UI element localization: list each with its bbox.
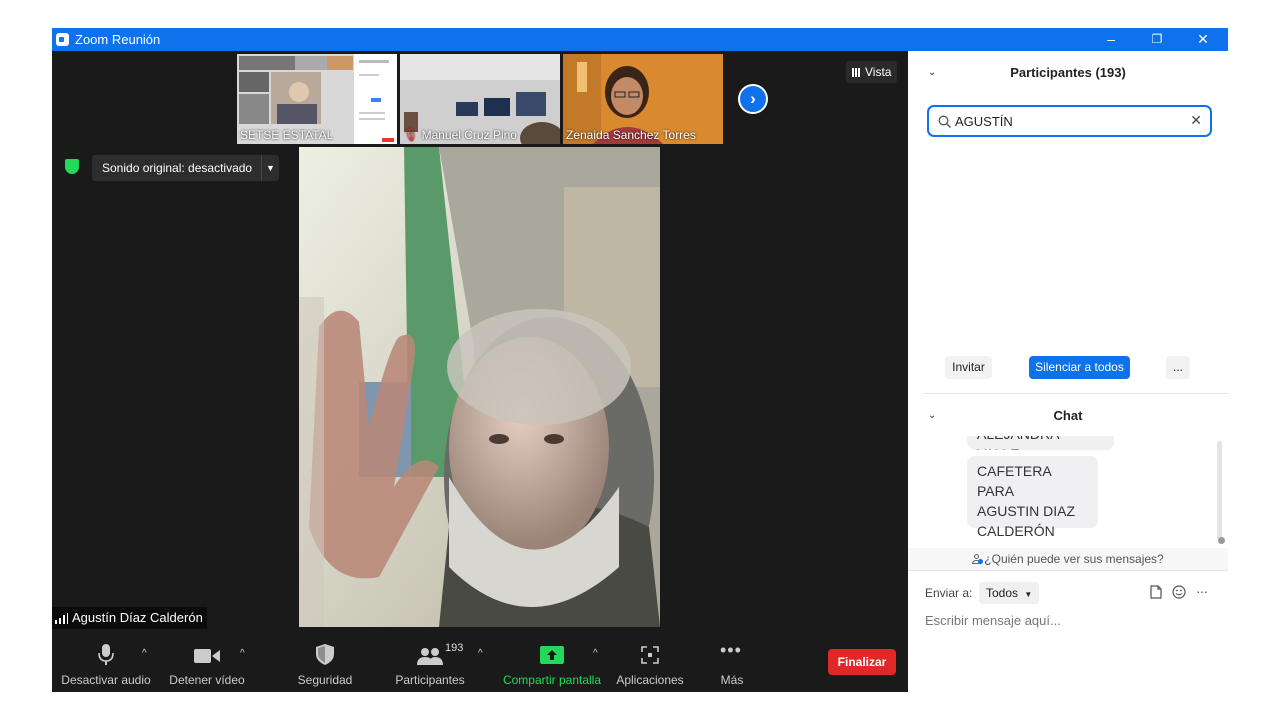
audio-options-chevron-icon[interactable]: ^ xyxy=(142,648,147,659)
participant-search-input[interactable]: AGUSTÍN ✕ xyxy=(927,105,1212,137)
chat-messages: ALEJANDRA VALLE CAFETERA PARA AGUSTIN DI… xyxy=(908,436,1217,546)
send-to-label: Enviar a: xyxy=(925,586,973,600)
ellipsis-icon[interactable]: ··· xyxy=(1196,583,1208,599)
share-screen-label: Compartir pantalla xyxy=(502,673,602,687)
end-meeting-button[interactable]: Finalizar xyxy=(828,649,896,675)
video-area: SETSE ESTATAL 🎙 Manuel Cruz Pino Zenaida… xyxy=(52,51,908,692)
emoji-icon[interactable] xyxy=(1172,585,1186,599)
share-arrow-icon xyxy=(540,646,564,664)
active-speaker-label: Agustín Díaz Calderón xyxy=(72,610,203,625)
thumbnail-name-text: Manuel Cruz Pino xyxy=(421,128,517,142)
grid-icon xyxy=(852,68,861,77)
speaker-video-frame xyxy=(299,147,660,627)
mute-audio-label: Desactivar audio xyxy=(61,673,151,687)
invite-button[interactable]: Invitar xyxy=(945,356,992,379)
panel-divider xyxy=(924,393,1228,394)
muted-mic-icon: 🎙 xyxy=(403,128,419,142)
who-can-see-text: ¿Quién puede ver sus mensajes? xyxy=(984,552,1164,566)
window-title: Zoom Reunión xyxy=(75,32,161,47)
participants-title: Participantes (193) xyxy=(1010,65,1126,80)
clear-icon[interactable]: ✕ xyxy=(1190,112,1202,129)
restore-button[interactable]: ❐ xyxy=(1134,28,1180,51)
original-sound-button[interactable]: Sonido original: desactivado ▼ xyxy=(92,155,279,181)
stop-video-label: Detener vídeo xyxy=(169,673,245,687)
mute-all-button[interactable]: Silenciar a todos xyxy=(1029,356,1130,379)
chat-scrollbar[interactable] xyxy=(1217,441,1222,541)
more-dots-icon: ••• xyxy=(720,640,742,660)
zoom-logo-icon xyxy=(56,33,69,46)
participants-count: 193 xyxy=(445,642,464,654)
chat-message-line: CALDERÓN xyxy=(977,523,1055,539)
chat-divider xyxy=(908,570,1228,571)
thumbnail-zenaida-sanchez-torres[interactable]: Zenaida Sanchez Torres xyxy=(563,54,723,144)
thumbnail-setse-estatal[interactable]: SETSE ESTATAL xyxy=(237,54,397,144)
chat-message: CAFETERA PARA AGUSTIN DIAZ CALDERÓN xyxy=(967,456,1098,539)
person-icon xyxy=(972,554,984,564)
send-to-value: Todos xyxy=(986,586,1019,600)
title-bar: Zoom Reunión – ❐ ✕ xyxy=(52,28,1228,51)
collapse-chevron-icon[interactable]: ⌄ xyxy=(928,51,936,95)
chat-message-partial: ALEJANDRA VALLE xyxy=(967,436,1114,450)
thumbnail-name: Zenaida Sanchez Torres xyxy=(566,128,696,142)
collapse-chevron-icon[interactable]: ⌄ xyxy=(928,396,936,436)
view-button[interactable]: Vista xyxy=(846,61,898,83)
zoom-window: Zoom Reunión – ❐ ✕ SETSE ESTATAL 🎙 Manue… xyxy=(52,28,1228,692)
view-button-label: Vista xyxy=(865,65,892,79)
security-label: Seguridad xyxy=(297,673,353,687)
apps-icon xyxy=(641,646,659,664)
chevron-down-icon[interactable]: ▼ xyxy=(261,155,279,181)
side-panel: ⌄ Participantes (193) AGUSTÍN ✕ Invitar … xyxy=(908,51,1228,692)
file-icon[interactable] xyxy=(1150,585,1162,599)
meeting-toolbar: Desactivar audio ^ Detener vídeo ^ Segur… xyxy=(52,638,908,692)
camera-icon xyxy=(194,649,220,663)
chat-header: ⌄ Chat xyxy=(908,396,1228,436)
apps-label: Aplicaciones xyxy=(616,673,684,687)
more-label: Más xyxy=(720,673,744,687)
next-page-button[interactable]: › xyxy=(738,84,768,114)
original-sound-label: Sonido original: desactivado xyxy=(102,161,253,175)
send-to-dropdown[interactable]: Todos ▼ xyxy=(979,582,1040,604)
participants-more-button[interactable]: ... xyxy=(1166,356,1190,379)
active-speaker-name: Agustín Díaz Calderón xyxy=(52,607,207,629)
chat-message-input[interactable]: Escribir mensaje aquí... xyxy=(925,613,1215,635)
microphone-icon xyxy=(98,644,114,665)
thumbnail-name: SETSE ESTATAL xyxy=(240,128,334,142)
active-speaker-video xyxy=(299,147,660,627)
participants-icon xyxy=(417,648,443,665)
close-button[interactable]: ✕ xyxy=(1180,28,1226,51)
chat-title: Chat xyxy=(1053,408,1083,423)
participants-label: Participantes xyxy=(395,673,465,687)
search-value: AGUSTÍN xyxy=(955,114,1013,129)
shield-icon xyxy=(65,159,79,174)
participants-header: ⌄ Participantes (193) xyxy=(908,51,1228,95)
who-can-see-link[interactable]: ¿Quién puede ver sus mensajes? xyxy=(908,548,1228,570)
chat-message-line: CAFETERA PARA xyxy=(977,463,1051,499)
share-options-chevron-icon[interactable]: ^ xyxy=(593,648,598,659)
video-options-chevron-icon[interactable]: ^ xyxy=(240,648,245,659)
chevron-down-icon: ▼ xyxy=(1024,590,1033,599)
chat-message-text: ALEJANDRA VALLE xyxy=(977,436,1059,450)
participants-options-chevron-icon[interactable]: ^ xyxy=(478,648,483,659)
scroll-thumb[interactable] xyxy=(1218,537,1225,544)
minimize-button[interactable]: – xyxy=(1088,28,1134,51)
signal-icon xyxy=(55,613,68,625)
search-icon xyxy=(938,115,951,128)
thumbnail-manuel-cruz-pino[interactable]: 🎙 Manuel Cruz Pino xyxy=(400,54,560,144)
security-shield-icon xyxy=(316,644,334,665)
thumbnail-name: 🎙 Manuel Cruz Pino xyxy=(403,128,517,142)
chat-message-line: AGUSTIN DIAZ xyxy=(977,503,1076,519)
